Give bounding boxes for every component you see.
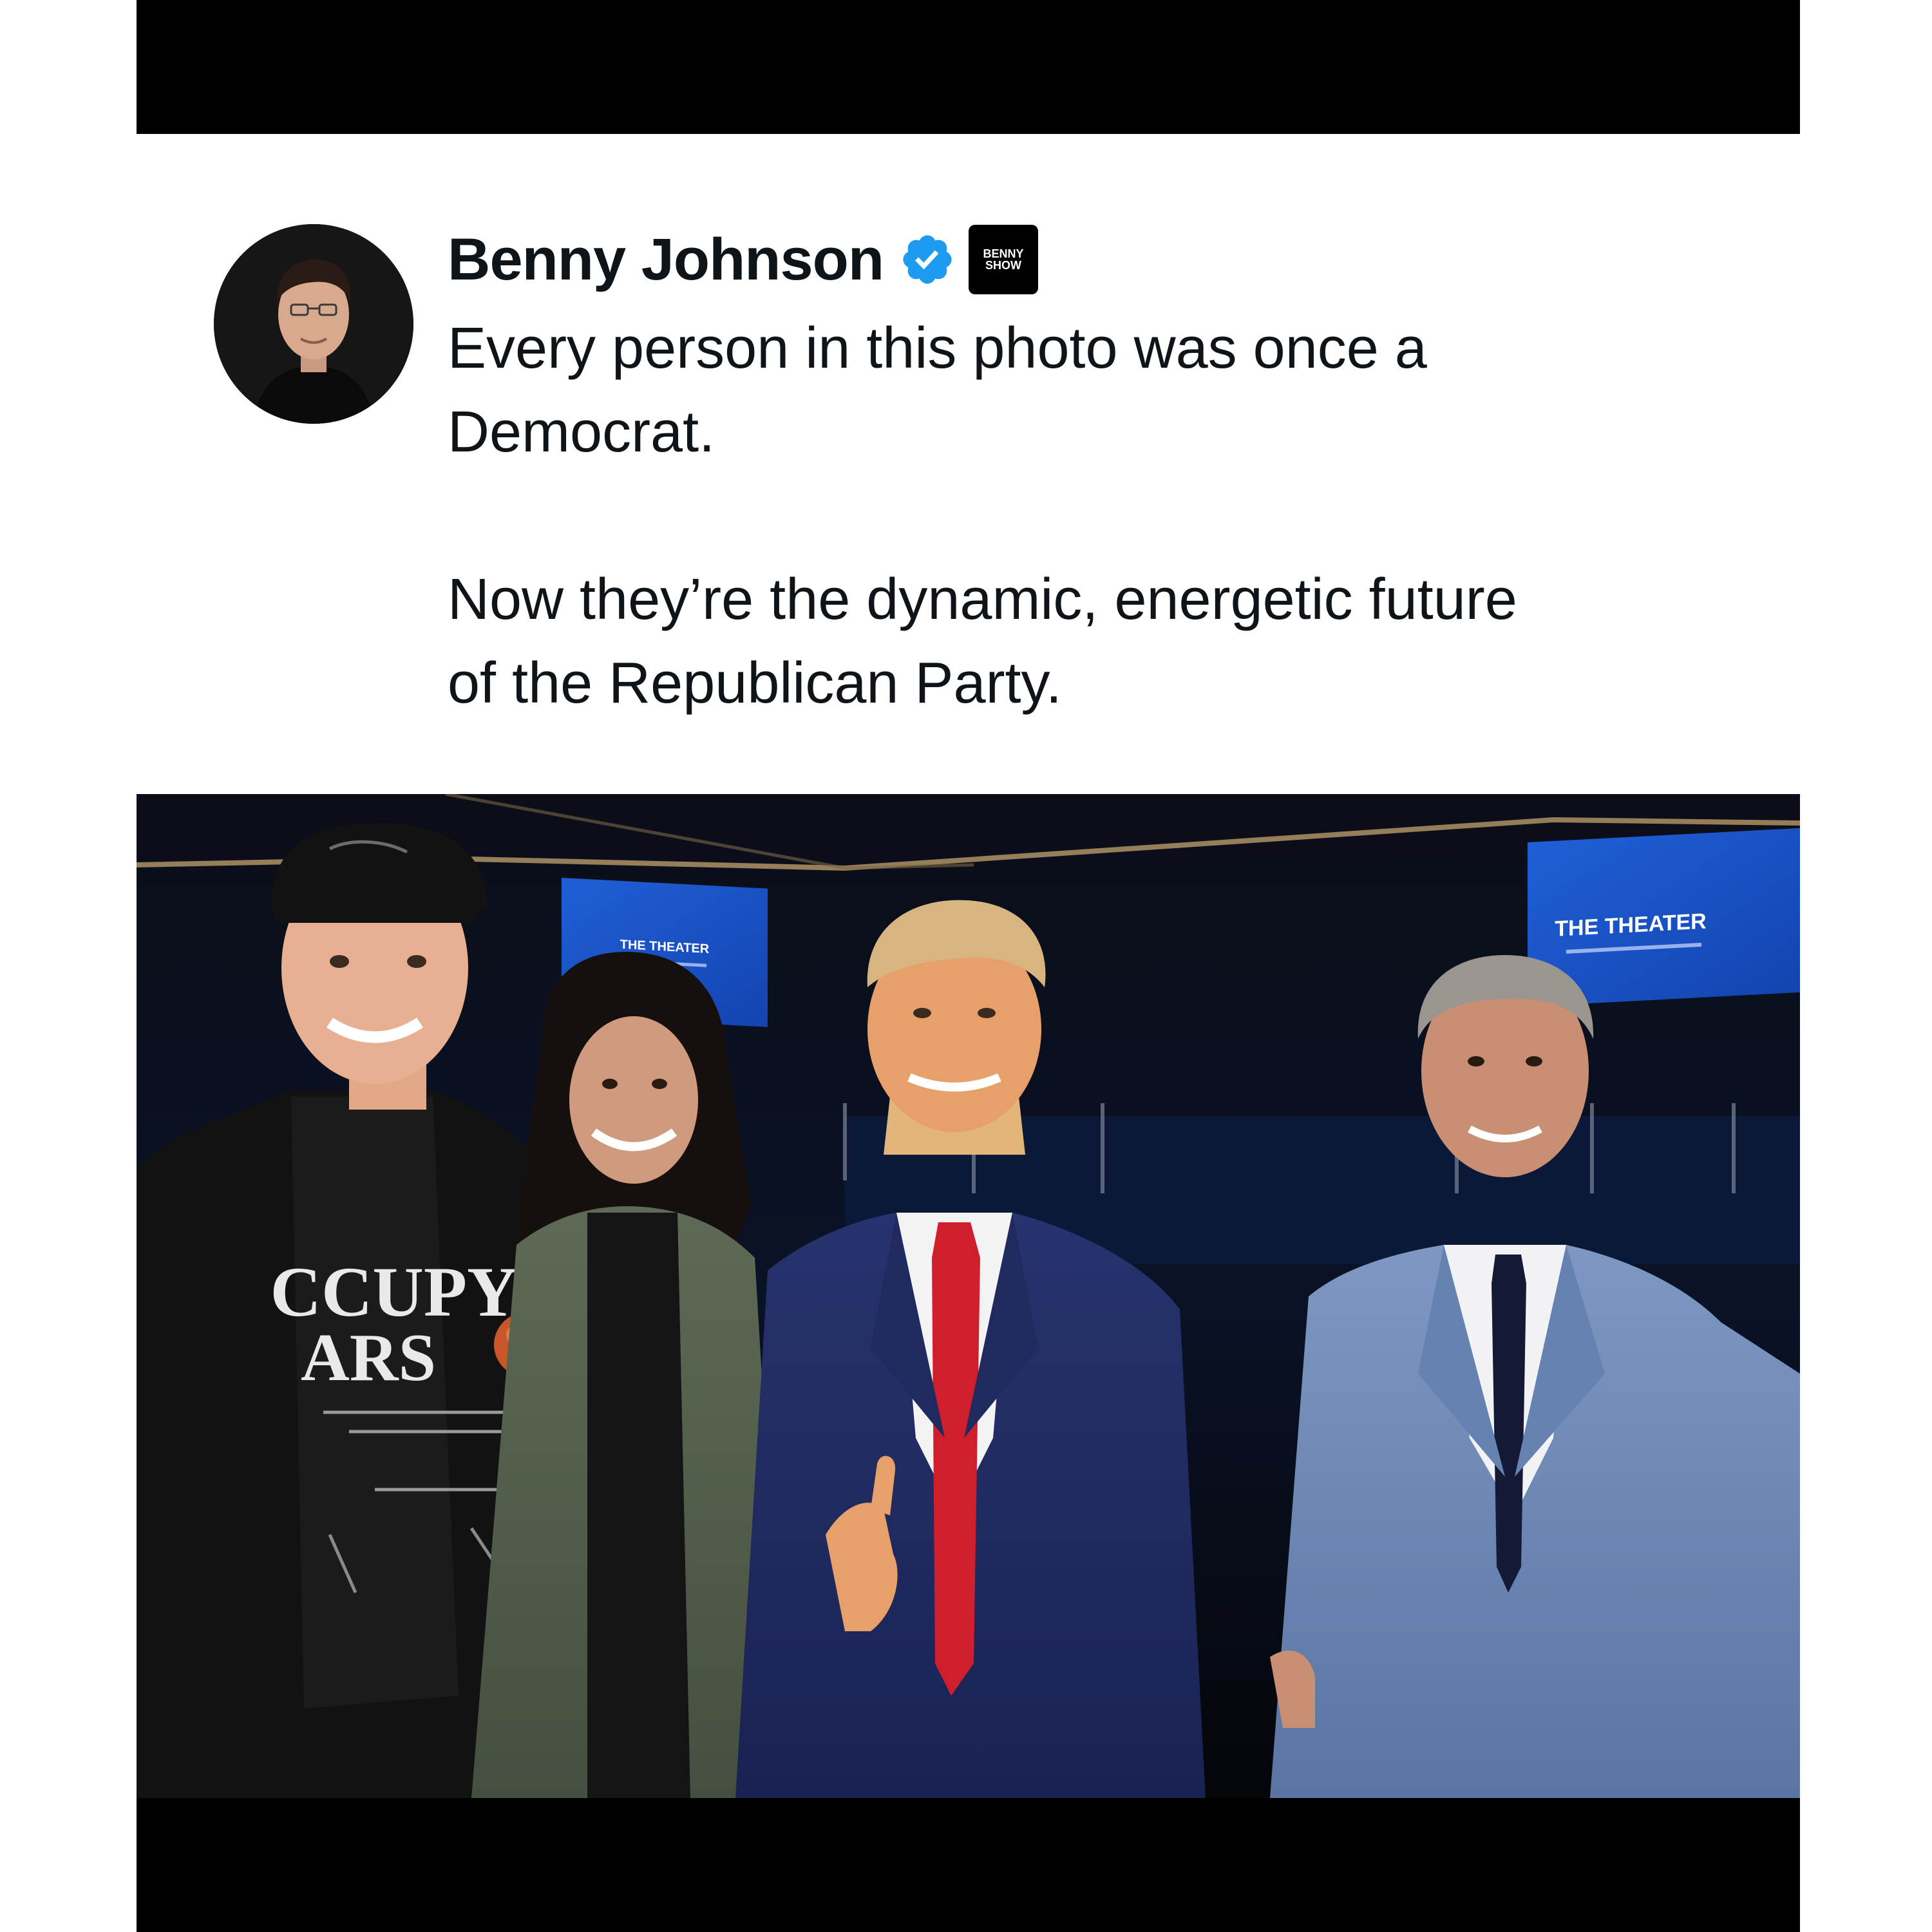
tweet-photo[interactable]: THE THEATER THE THEATER CCUPY ARS — [137, 794, 1800, 1798]
screenshot-page: Benny Johnson BENNY SHOW Every person in… — [0, 0, 1932, 1932]
group-photo: THE THEATER THE THEATER CCUPY ARS — [137, 794, 1800, 1798]
tweet-card[interactable]: Benny Johnson BENNY SHOW Every person in… — [137, 134, 1800, 794]
top-letterbox-bar — [137, 0, 1800, 134]
shirt-text-line2: ARS — [301, 1320, 436, 1395]
affiliation-badge-icon[interactable]: BENNY SHOW — [969, 225, 1039, 294]
avatar-portrait — [214, 224, 413, 424]
author-row: Benny Johnson BENNY SHOW — [448, 218, 1039, 301]
bottom-letterbox-bar — [137, 1798, 1800, 1932]
author-avatar[interactable] — [214, 224, 413, 424]
verified-badge-icon — [903, 235, 952, 284]
author-name[interactable]: Benny Johnson — [448, 226, 884, 294]
affiliation-badge-text: BENNY SHOW — [983, 247, 1024, 272]
tweet-text: Every person in this photo was once a De… — [448, 316, 1517, 715]
